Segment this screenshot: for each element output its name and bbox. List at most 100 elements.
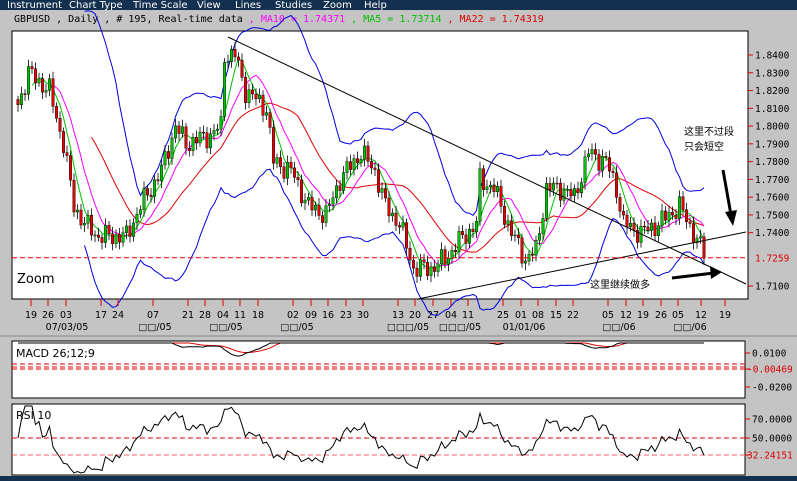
candle-body <box>461 231 465 236</box>
candle-body <box>443 249 447 265</box>
date-label: 26 <box>42 310 54 321</box>
candle-body <box>510 220 514 236</box>
candle-body <box>180 126 184 134</box>
candle-body <box>559 182 563 201</box>
candle-body <box>352 158 356 170</box>
price-label: 1.7600 <box>755 193 790 204</box>
candle-body <box>177 125 181 134</box>
price-label: 1.7700 <box>755 175 790 186</box>
candle-body <box>103 225 107 243</box>
candle-body <box>520 237 524 264</box>
candle-body <box>394 212 398 226</box>
candle-body <box>272 127 276 164</box>
candle-body <box>82 223 86 226</box>
candle-body <box>282 166 286 179</box>
candle-body <box>464 234 468 244</box>
month-label: □□/05 <box>280 322 313 333</box>
candle-body <box>583 156 587 183</box>
price-label: 1.7800 <box>755 157 790 168</box>
date-label: 21 <box>182 310 194 321</box>
candle-body <box>373 167 377 170</box>
candle-body <box>135 214 139 224</box>
candle-body <box>229 48 233 62</box>
candle-body <box>692 223 696 244</box>
month-label: 07/03/05 <box>46 322 89 333</box>
chart-canvas[interactable]: 0.0100 -0.00469 -0.0200 70.0000 50.0000 32.24… <box>0 0 797 481</box>
status-strip <box>0 476 797 481</box>
candle-body <box>475 221 479 232</box>
candle-body <box>433 266 437 272</box>
candle-body <box>699 236 703 239</box>
price-label: 1.8000 <box>755 122 790 133</box>
price-label: 1.7100 <box>755 282 790 293</box>
rsi-panel[interactable] <box>11 403 746 476</box>
candle-body <box>20 93 24 105</box>
candle-body <box>664 210 668 221</box>
candle-body <box>30 66 34 70</box>
price-label: 1.8200 <box>755 86 790 97</box>
annotation-top-1: 这里不过段 <box>684 125 734 138</box>
candle-body <box>27 66 31 95</box>
candle-body <box>562 189 566 201</box>
candle-body <box>387 197 391 217</box>
candle-body <box>622 210 626 216</box>
date-label: 23 <box>340 310 352 321</box>
date-label: 22 <box>567 310 579 321</box>
candle-body <box>531 253 535 256</box>
price-panel[interactable] <box>11 30 749 300</box>
date-label: 17 <box>95 310 107 321</box>
candle-body <box>419 259 423 277</box>
candle-body <box>667 211 671 221</box>
candle-body <box>124 225 128 233</box>
candle-body <box>587 153 591 158</box>
candle-body <box>513 234 517 237</box>
candle-body <box>401 222 405 228</box>
candle-body <box>363 145 367 160</box>
candle-body <box>62 131 66 153</box>
candle-body <box>629 223 633 228</box>
candle-body <box>142 188 146 210</box>
candle-body <box>205 132 209 149</box>
candle-body <box>681 196 685 210</box>
candle-body <box>279 157 283 168</box>
candle-body <box>324 205 328 223</box>
candle-body <box>534 240 538 256</box>
candle-body <box>447 258 451 265</box>
candle-body <box>114 234 118 244</box>
candle-body <box>166 151 170 159</box>
macd-panel[interactable] <box>11 340 746 399</box>
candle-body <box>450 250 454 259</box>
candle-body <box>625 214 629 228</box>
candle-body <box>191 137 195 151</box>
month-label: □□□/05 <box>439 322 481 333</box>
month-label: □□□/05 <box>387 322 429 333</box>
candle-body <box>338 185 342 191</box>
candle-body <box>688 221 692 224</box>
candle-body <box>349 161 353 170</box>
candle-body <box>503 206 507 225</box>
price-label: 1.8300 <box>755 68 790 79</box>
candle-body <box>254 93 258 100</box>
candle-body <box>485 186 489 190</box>
candle-body <box>356 158 360 164</box>
candle-body <box>653 222 657 237</box>
candle-body <box>289 161 293 169</box>
candle-body <box>163 151 167 166</box>
candle-body <box>201 131 205 134</box>
candle-body <box>48 78 52 91</box>
candle-body <box>219 116 223 130</box>
candle-body <box>293 167 297 178</box>
month-label: 01/01/06 <box>503 322 546 333</box>
price-label: 1.7500 <box>755 210 790 221</box>
candle-body <box>422 259 426 263</box>
date-label: 16 <box>322 310 334 321</box>
candle-body <box>265 112 269 116</box>
candle-body <box>650 222 654 231</box>
candle-body <box>44 90 48 93</box>
candle-body <box>517 234 521 239</box>
rsi-axis-label: 32.24151 <box>747 451 793 462</box>
candle-body <box>328 203 332 206</box>
candle-body <box>194 137 198 144</box>
candle-body <box>152 179 156 197</box>
date-label: 12 <box>695 310 707 321</box>
